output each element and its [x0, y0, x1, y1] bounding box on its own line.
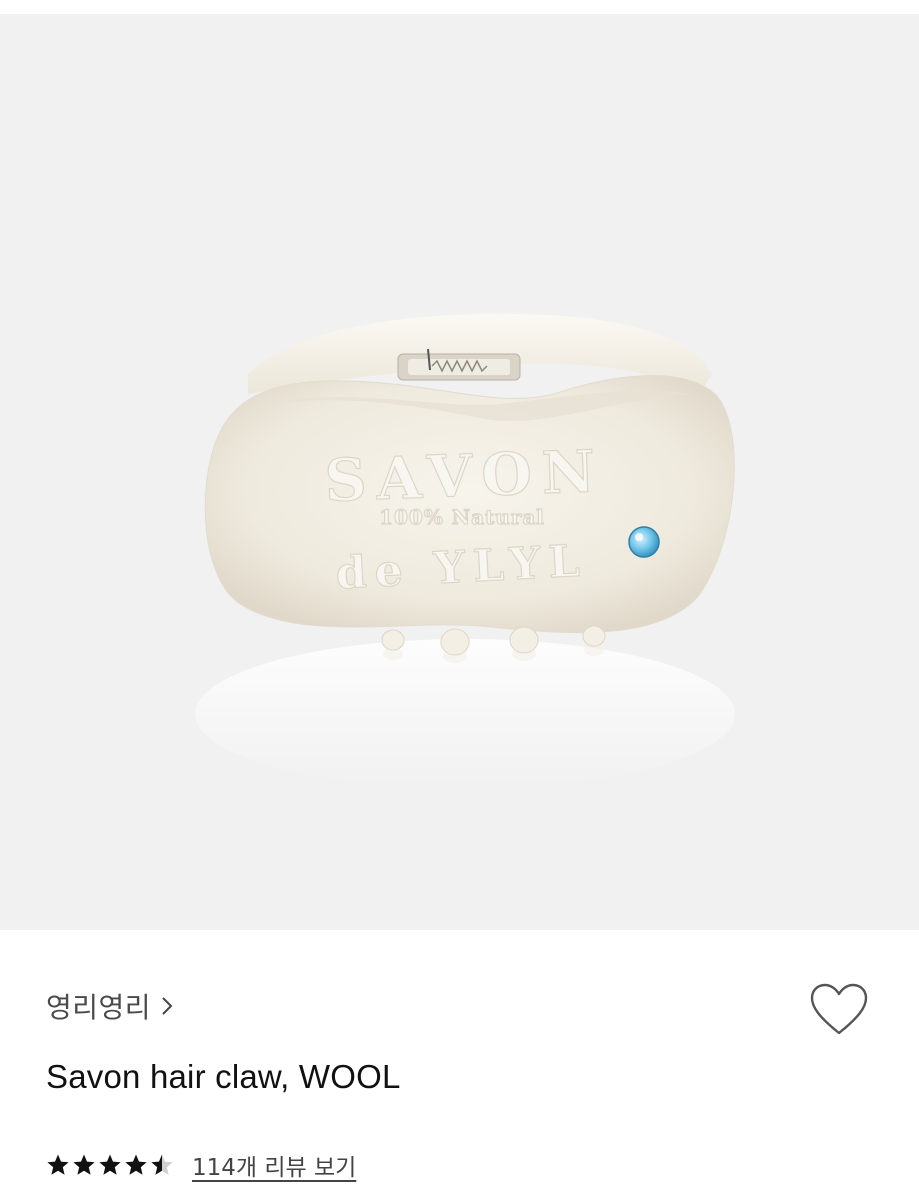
reflection [195, 639, 735, 789]
chevron-right-icon [162, 997, 173, 1015]
svg-text:SAVON: SAVON [324, 437, 606, 515]
star-icon [125, 1154, 147, 1175]
hair-claw-illustration: SAVON 100% Natural de YLYL [195, 313, 735, 789]
product-title: Savon hair claw, WOOL [46, 1058, 401, 1095]
star-half-icon [151, 1154, 173, 1175]
review-count-link[interactable]: 114개 리뷰 보기 [192, 1148, 356, 1182]
brand-link[interactable]: 영리영리 [46, 986, 173, 1026]
product-image[interactable]: SAVON 100% Natural de YLYL [0, 14, 919, 930]
heart-outline-icon [810, 983, 868, 1035]
blue-gem [628, 526, 660, 558]
svg-text:100% Natural: 100% Natural [379, 505, 545, 529]
spring-hinge [397, 348, 521, 381]
star-icon [73, 1154, 95, 1175]
brand-name: 영리영리 [46, 991, 152, 1024]
wishlist-button[interactable] [806, 980, 872, 1040]
rating-row: 114개 리뷰 보기 [46, 1148, 356, 1182]
star-rating [46, 1153, 174, 1177]
star-icon [99, 1154, 121, 1175]
star-icon [47, 1154, 69, 1175]
top-strip [0, 0, 919, 14]
